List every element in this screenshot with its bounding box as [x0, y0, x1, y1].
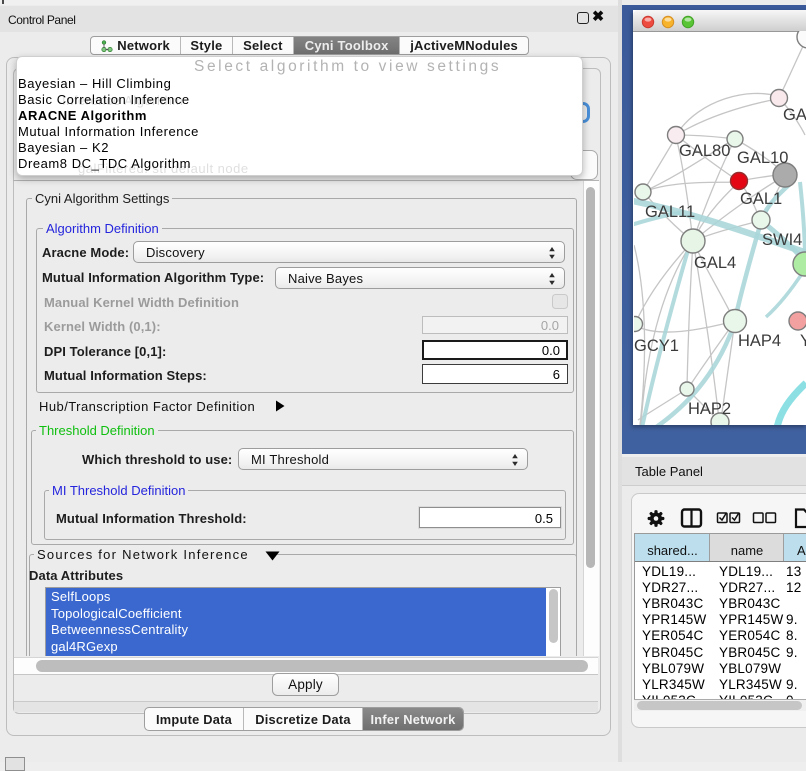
svg-text:SWI4: SWI4 [762, 231, 802, 249]
svg-text:GCY1: GCY1 [634, 337, 679, 355]
svg-text:YD: YD [800, 332, 806, 350]
svg-text:HAP2: HAP2 [688, 400, 731, 418]
svg-text:GAL1: GAL1 [740, 190, 782, 208]
svg-text:GAL7: GAL7 [783, 106, 806, 124]
svg-text:HAP4: HAP4 [738, 332, 781, 350]
svg-text:GAL80: GAL80 [679, 142, 730, 160]
svg-text:GAL10: GAL10 [737, 149, 788, 167]
svg-text:GAL11: GAL11 [645, 203, 695, 221]
svg-text:GAL4: GAL4 [694, 254, 736, 272]
